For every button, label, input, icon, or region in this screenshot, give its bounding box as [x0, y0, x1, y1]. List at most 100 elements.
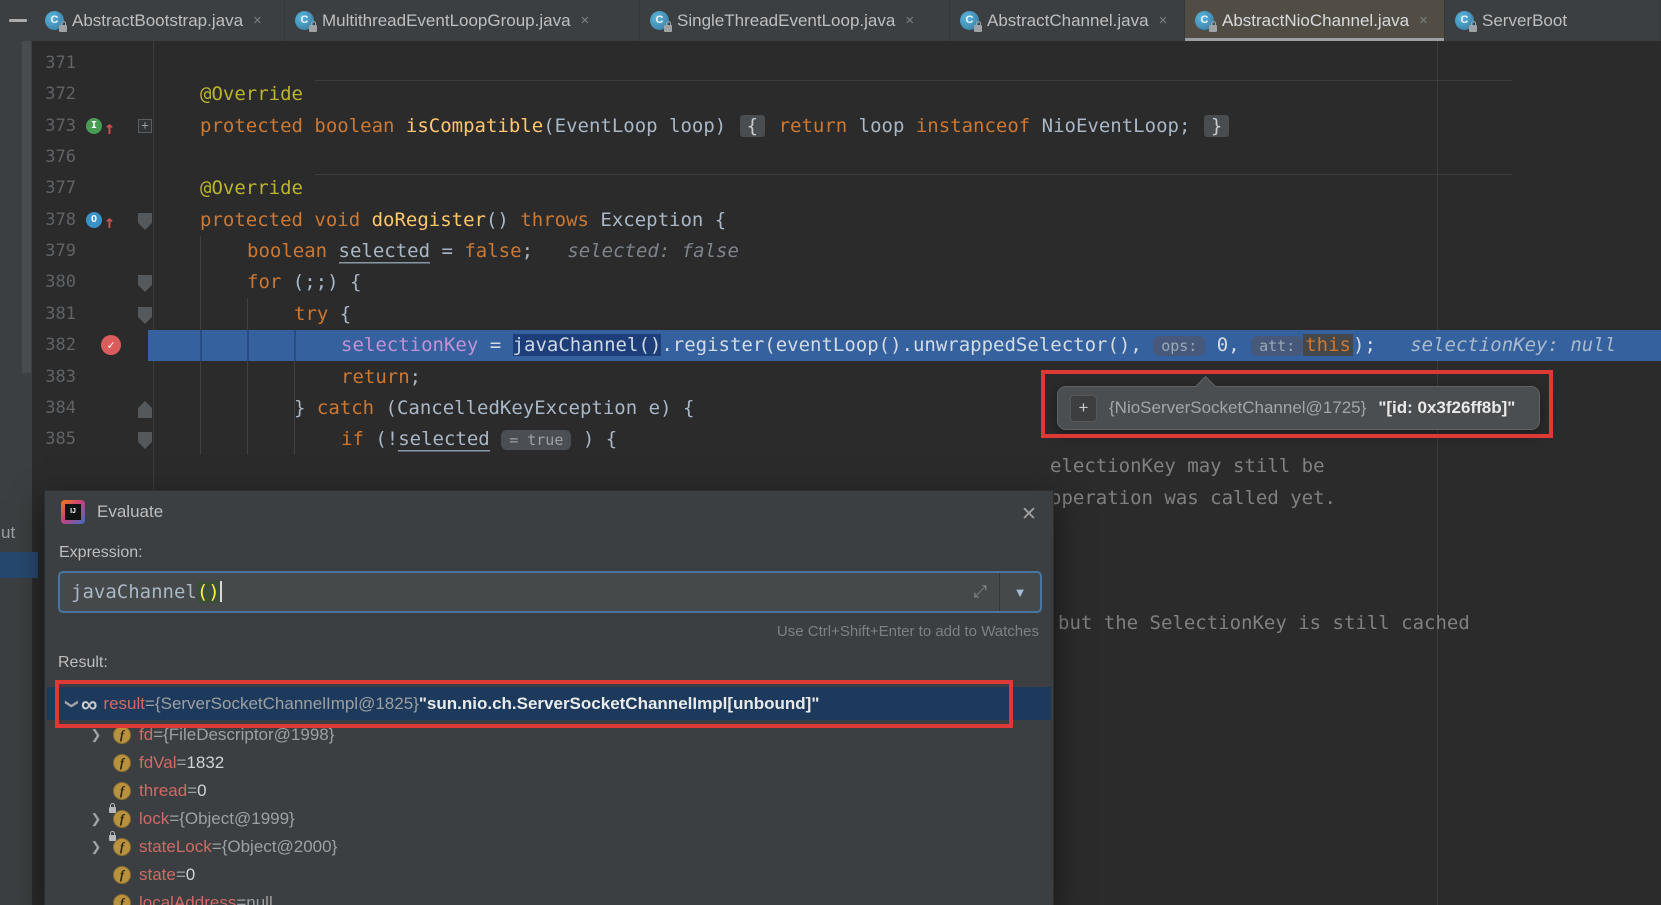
menu-dash-icon[interactable] — [0, 0, 35, 41]
expand-editor-icon[interactable]: ⤢ — [961, 582, 999, 602]
line-number[interactable]: 373 — [0, 111, 76, 142]
code-token: @Override — [200, 83, 303, 105]
java-class-icon: C — [45, 11, 64, 30]
code-token — [767, 115, 778, 137]
indent-guide — [200, 330, 202, 361]
line-number[interactable]: 384 — [0, 393, 76, 424]
tab-label: AbstractBootstrap.java — [72, 11, 243, 31]
tab-close-icon[interactable]: × — [1419, 12, 1428, 29]
expand-value-button[interactable]: + — [1070, 395, 1097, 422]
chevron-right-icon[interactable]: ❯ — [89, 811, 103, 827]
code-token: try — [294, 303, 328, 325]
code-line-381[interactable]: 381try { — [0, 299, 1661, 331]
lock-badge-icon — [1469, 25, 1477, 32]
chevron-down-icon[interactable]: ❯ — [64, 697, 80, 711]
editor-tab[interactable]: CAbstractChannel.java× — [950, 0, 1185, 41]
tab-close-icon[interactable]: × — [905, 12, 914, 29]
overrides-method-icon[interactable]: I — [86, 118, 102, 134]
variable-name: thread — [139, 781, 187, 801]
evaluation-result-icon: ∞ — [81, 694, 97, 714]
tab-close-icon[interactable]: × — [581, 12, 590, 29]
equals-sign: = — [177, 753, 187, 773]
line-number[interactable]: 383 — [0, 362, 76, 393]
tree-row-lock[interactable]: ❯flock = {Object@1999} — [45, 805, 1049, 833]
chevron-right-icon[interactable]: ❯ — [89, 727, 103, 743]
code-line-380[interactable]: 380for (;;) { — [0, 267, 1661, 299]
tree-row-fdVal[interactable]: ffdVal = 1832 — [45, 749, 1049, 777]
tree-row-localAddress[interactable]: flocalAddress = null — [45, 889, 1049, 905]
line-number[interactable]: 378 — [0, 205, 76, 236]
lock-badge-icon — [974, 25, 982, 32]
code-line-382[interactable]: 382✓selectionKey = javaChannel().registe… — [0, 330, 1661, 362]
line-number[interactable]: 381 — [0, 299, 76, 330]
code-token: } — [1204, 115, 1229, 137]
tab-close-icon[interactable]: × — [253, 12, 262, 29]
code-line-376[interactable]: 376 — [0, 142, 1661, 174]
code-line-text: } catch (CancelledKeyException e) { — [294, 393, 694, 424]
expression-value[interactable]: javaChannel() — [60, 581, 961, 603]
editor-tab[interactable]: C AbstractBootstrap.java × — [35, 0, 285, 41]
line-number[interactable]: 371 — [0, 48, 76, 79]
code-token: (EventLoop loop) — [543, 115, 737, 137]
ide-window: CAbstractBootstrap.java×CMultithreadEven… — [0, 0, 1661, 905]
chevron-right-icon[interactable]: ❯ — [89, 839, 103, 855]
fold-marker-minus[interactable] — [138, 432, 152, 449]
override-up-arrow-icon[interactable]: ↑ — [104, 207, 115, 238]
code-line-378[interactable]: 378O↑protected void doRegister() throws … — [0, 205, 1661, 237]
override-up-arrow-icon[interactable]: ↑ — [104, 113, 115, 144]
line-number[interactable]: 377 — [0, 173, 76, 204]
fold-marker-end[interactable] — [138, 401, 152, 418]
java-class-icon: C — [650, 11, 669, 30]
equals-sign: = — [236, 893, 246, 905]
editor-tab[interactable]: CServerBoot — [1445, 0, 1661, 41]
line-number[interactable]: 379 — [0, 236, 76, 267]
line-number[interactable]: 372 — [0, 79, 76, 110]
tree-row-state[interactable]: fstate = 0 — [45, 861, 1049, 889]
line-number[interactable]: 382 — [0, 330, 76, 361]
code-token: = true — [501, 430, 571, 450]
code-line-377[interactable]: 377@Override — [0, 173, 1661, 205]
overrides-method-icon[interactable]: O — [86, 212, 102, 228]
line-number[interactable]: 376 — [0, 142, 76, 173]
editor-tab[interactable]: CMultithreadEventLoopGroup.java× — [285, 0, 640, 41]
code-token: .register(eventLoop().unwrappedSelector(… — [661, 334, 1153, 356]
result-row[interactable]: ❯ ∞ result = {ServerSocketChannelImpl@18… — [47, 687, 1051, 720]
code-token: false — [464, 240, 521, 262]
code-line-379[interactable]: 379boolean selected = false; selected: f… — [0, 236, 1661, 268]
java-class-icon: C — [1455, 11, 1474, 30]
lock-badge-icon — [664, 25, 672, 32]
expression-input[interactable]: javaChannel() ⤢ ▼ — [58, 571, 1042, 613]
line-number[interactable]: 380 — [0, 267, 76, 298]
code-line-373[interactable]: 373 I↑ + protected boolean isCompatible(Eve… — [0, 111, 1661, 143]
variable-name: fd — [139, 725, 153, 745]
code-line-371[interactable]: 371 — [0, 48, 1661, 80]
chevron-spacer — [89, 868, 103, 883]
code-line-372[interactable]: 372 @Override — [0, 79, 1661, 111]
code-token: selectionKey — [341, 334, 478, 356]
editor-tab[interactable]: CSingleThreadEventLoop.java× — [640, 0, 950, 41]
expression-label: Expression: — [59, 544, 143, 562]
code-line-text: @Override — [200, 79, 303, 110]
editor-tab[interactable]: CAbstractNioChannel.java× — [1185, 0, 1445, 41]
breakpoint-icon[interactable]: ✓ — [101, 335, 121, 355]
tree-row-thread[interactable]: fthread = 0 — [45, 777, 1049, 805]
fold-marker-minus[interactable] — [138, 307, 152, 324]
line-number[interactable]: 385 — [0, 424, 76, 455]
field-icon: f — [113, 754, 131, 772]
code-token: protected boolean — [200, 115, 406, 137]
code-line-text: protected boolean isCompatible(EventLoop… — [200, 111, 1231, 142]
code-token: (;;) { — [281, 271, 361, 293]
tree-row-stateLock[interactable]: ❯fstateLock = {Object@2000} — [45, 833, 1049, 861]
tool-window-selected-highlight[interactable] — [0, 552, 38, 578]
history-dropdown-icon[interactable]: ▼ — [1000, 585, 1040, 600]
equals-sign: = — [176, 865, 186, 885]
tab-close-icon[interactable]: × — [1159, 12, 1168, 29]
fold-marker-plus[interactable]: + — [138, 119, 152, 133]
tree-row-fd[interactable]: ❯ffd = {FileDescriptor@1998} — [45, 721, 1049, 749]
intellij-logo-icon: IJ — [61, 500, 85, 524]
fold-marker-minus[interactable] — [138, 275, 152, 292]
code-token: ; — [522, 240, 533, 262]
variable-value: 0 — [197, 781, 206, 801]
close-icon[interactable]: ✕ — [1017, 503, 1041, 527]
fold-marker-minus[interactable] — [138, 213, 152, 230]
